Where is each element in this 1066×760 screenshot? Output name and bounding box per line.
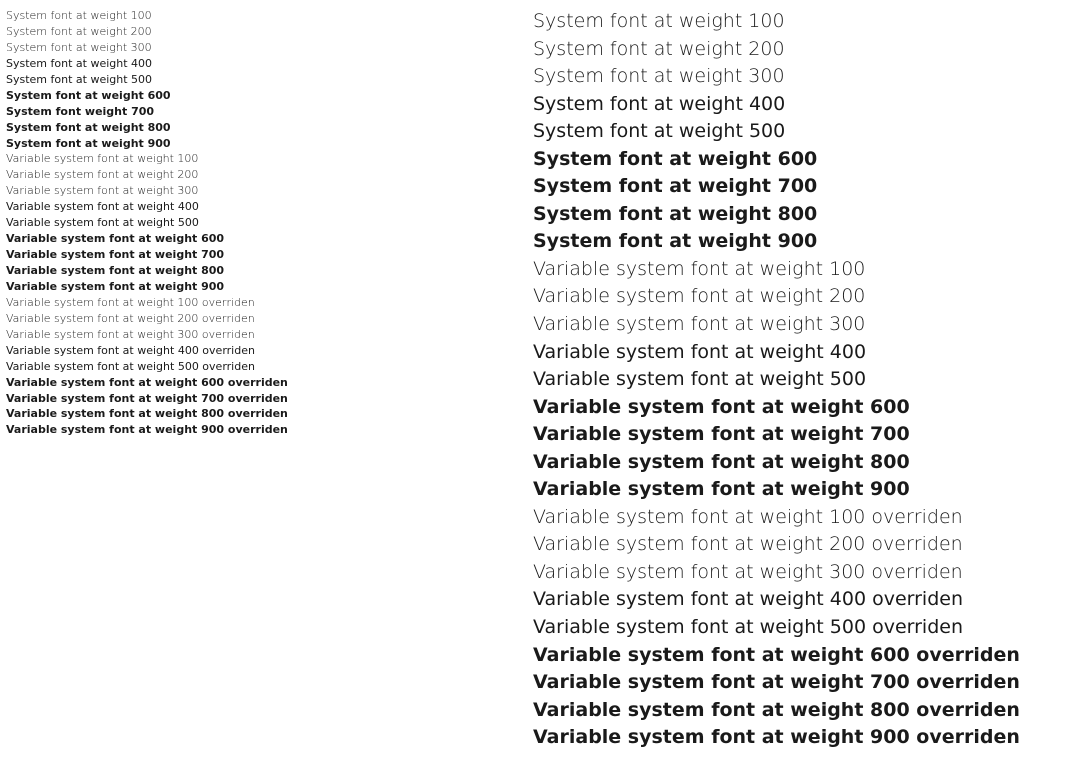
font-weight-line: System font at weight 100 — [6, 8, 533, 24]
font-weight-line: Variable system font at weight 800 overr… — [533, 697, 1060, 725]
font-weight-line: Variable system font at weight 700 — [533, 421, 1060, 449]
font-weight-line: Variable system font at weight 100 overr… — [6, 295, 533, 311]
font-weight-line: System font at weight 500 — [533, 118, 1060, 146]
font-weight-line: System font at weight 400 — [533, 91, 1060, 119]
font-weight-line: System font at weight 600 — [533, 146, 1060, 174]
font-weight-line: System font at weight 400 — [6, 56, 533, 72]
font-weight-line: System font at weight 900 — [6, 136, 533, 152]
font-weight-line: Variable system font at weight 400 overr… — [533, 586, 1060, 614]
font-weight-line: Variable system font at weight 800 overr… — [6, 406, 533, 422]
font-weight-line: Variable system font at weight 300 — [533, 311, 1060, 339]
font-weight-line: Variable system font at weight 100 — [533, 256, 1060, 284]
font-weight-line: Variable system font at weight 800 — [6, 263, 533, 279]
font-weight-line: Variable system font at weight 500 — [6, 215, 533, 231]
font-weight-line: Variable system font at weight 400 — [6, 199, 533, 215]
font-weight-line: Variable system font at weight 500 — [533, 366, 1060, 394]
font-weight-line: Variable system font at weight 400 overr… — [6, 343, 533, 359]
font-weight-line: Variable system font at weight 600 — [6, 231, 533, 247]
font-weight-line: Variable system font at weight 900 overr… — [533, 724, 1060, 752]
font-weight-line: Variable system font at weight 500 overr… — [533, 614, 1060, 642]
left-column: System font at weight 100System font at … — [6, 8, 533, 752]
font-weight-line: System font weight 700 — [6, 104, 533, 120]
font-weight-line: Variable system font at weight 900 — [533, 476, 1060, 504]
font-weight-line: System font at weight 500 — [6, 72, 533, 88]
font-weight-line: Variable system font at weight 600 — [533, 394, 1060, 422]
font-weight-line: Variable system font at weight 700 overr… — [533, 669, 1060, 697]
font-weight-line: System font at weight 100 — [533, 8, 1060, 36]
font-weight-line: Variable system font at weight 700 overr… — [6, 391, 533, 407]
right-column: System font at weight 100System font at … — [533, 8, 1060, 752]
font-weight-line: System font at weight 200 — [6, 24, 533, 40]
font-weight-line: System font at weight 300 — [6, 40, 533, 56]
font-weight-line: System font at weight 200 — [533, 36, 1060, 64]
font-weight-line: System font at weight 600 — [6, 88, 533, 104]
font-weight-line: Variable system font at weight 300 overr… — [6, 327, 533, 343]
font-weight-line: Variable system font at weight 200 — [533, 283, 1060, 311]
font-weight-line: Variable system font at weight 600 overr… — [6, 375, 533, 391]
font-weight-line: Variable system font at weight 200 overr… — [533, 531, 1060, 559]
font-weight-line: Variable system font at weight 900 — [6, 279, 533, 295]
font-weight-line: System font at weight 800 — [533, 201, 1060, 229]
font-weight-line: Variable system font at weight 100 — [6, 151, 533, 167]
font-weight-line: Variable system font at weight 100 overr… — [533, 504, 1060, 532]
font-weight-line: System font at weight 300 — [533, 63, 1060, 91]
font-weight-line: Variable system font at weight 800 — [533, 449, 1060, 477]
font-weight-line: System font at weight 900 — [533, 228, 1060, 256]
font-weight-line: Variable system font at weight 600 overr… — [533, 642, 1060, 670]
font-weight-line: Variable system font at weight 400 — [533, 339, 1060, 367]
font-weight-line: Variable system font at weight 700 — [6, 247, 533, 263]
font-weight-line: Variable system font at weight 900 overr… — [6, 422, 533, 438]
font-weight-line: System font at weight 800 — [6, 120, 533, 136]
font-weight-line: Variable system font at weight 300 — [6, 183, 533, 199]
font-weight-line: Variable system font at weight 500 overr… — [6, 359, 533, 375]
font-weight-line: Variable system font at weight 200 overr… — [6, 311, 533, 327]
font-weight-line: System font at weight 700 — [533, 173, 1060, 201]
font-weight-line: Variable system font at weight 300 overr… — [533, 559, 1060, 587]
font-weight-line: Variable system font at weight 200 — [6, 167, 533, 183]
